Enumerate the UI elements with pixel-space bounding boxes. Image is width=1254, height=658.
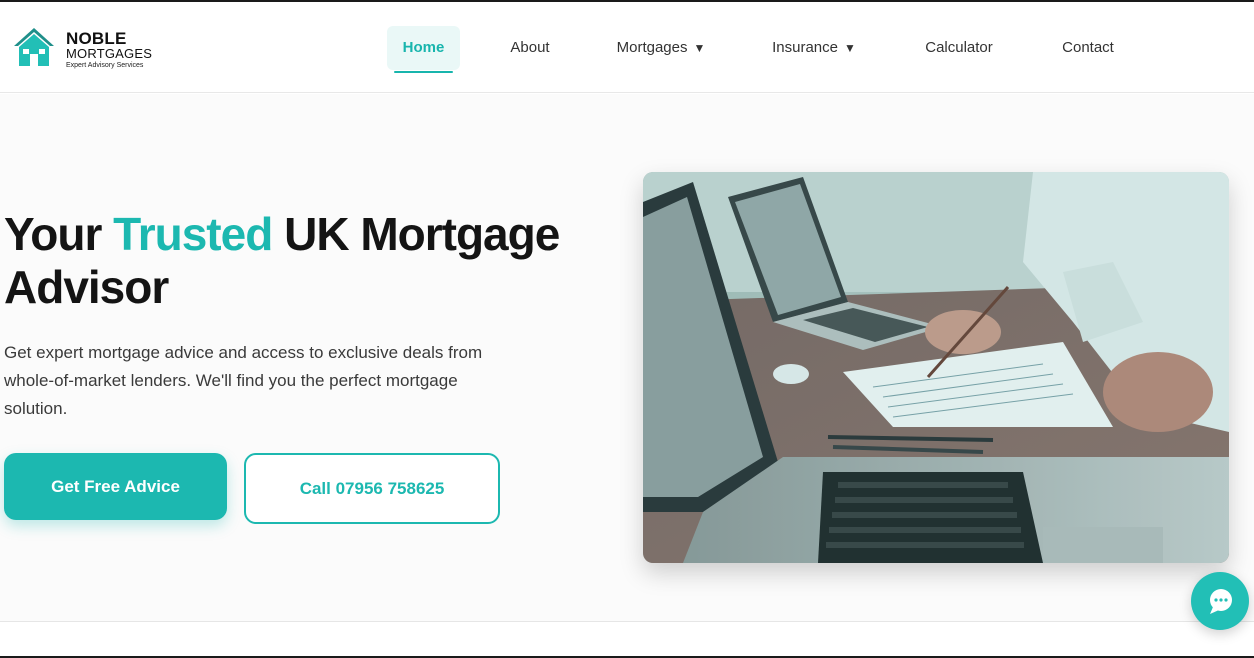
site-header: NOBLE MORTGAGES Expert Advisory Services…: [0, 2, 1254, 93]
laptop-desk-illustration: [643, 172, 1229, 563]
nav-about[interactable]: About: [500, 26, 560, 70]
nav-contact[interactable]: Contact: [1050, 26, 1126, 70]
hero-description: Get expert mortgage advice and access to…: [4, 343, 483, 418]
hero-title-pre: Your: [4, 208, 114, 260]
chevron-down-icon: ▼: [843, 41, 856, 55]
nav-calculator[interactable]: Calculator: [913, 26, 1005, 70]
chat-widget-button[interactable]: [1191, 572, 1249, 630]
nav-home[interactable]: Home: [387, 26, 460, 73]
hero-title-accent: Trusted: [113, 208, 273, 260]
nav-calculator-label: Calculator: [925, 39, 993, 56]
main-nav: Home About Mortgages ▼ Insurance ▼ Calcula…: [0, 2, 1254, 93]
call-phone-button[interactable]: Call 07956 758625: [244, 453, 500, 524]
nav-mortgages-label: Mortgages: [616, 39, 688, 56]
nav-about-label: About: [510, 39, 550, 56]
get-free-advice-button[interactable]: Get Free Advice: [4, 453, 227, 520]
nav-mortgages[interactable]: Mortgages ▼: [605, 26, 717, 70]
nav-home-label: Home: [402, 39, 445, 56]
nav-insurance-label: Insurance: [772, 39, 838, 56]
chevron-down-icon: ▼: [693, 41, 706, 55]
chat-bubble-icon: [1210, 589, 1232, 614]
hero-photo-laptops: [643, 172, 1229, 563]
nav-insurance[interactable]: Insurance ▼: [762, 26, 866, 70]
hero-title: Your Trusted UK Mortgage Advisor: [4, 208, 604, 314]
nav-contact-label: Contact: [1062, 39, 1114, 56]
